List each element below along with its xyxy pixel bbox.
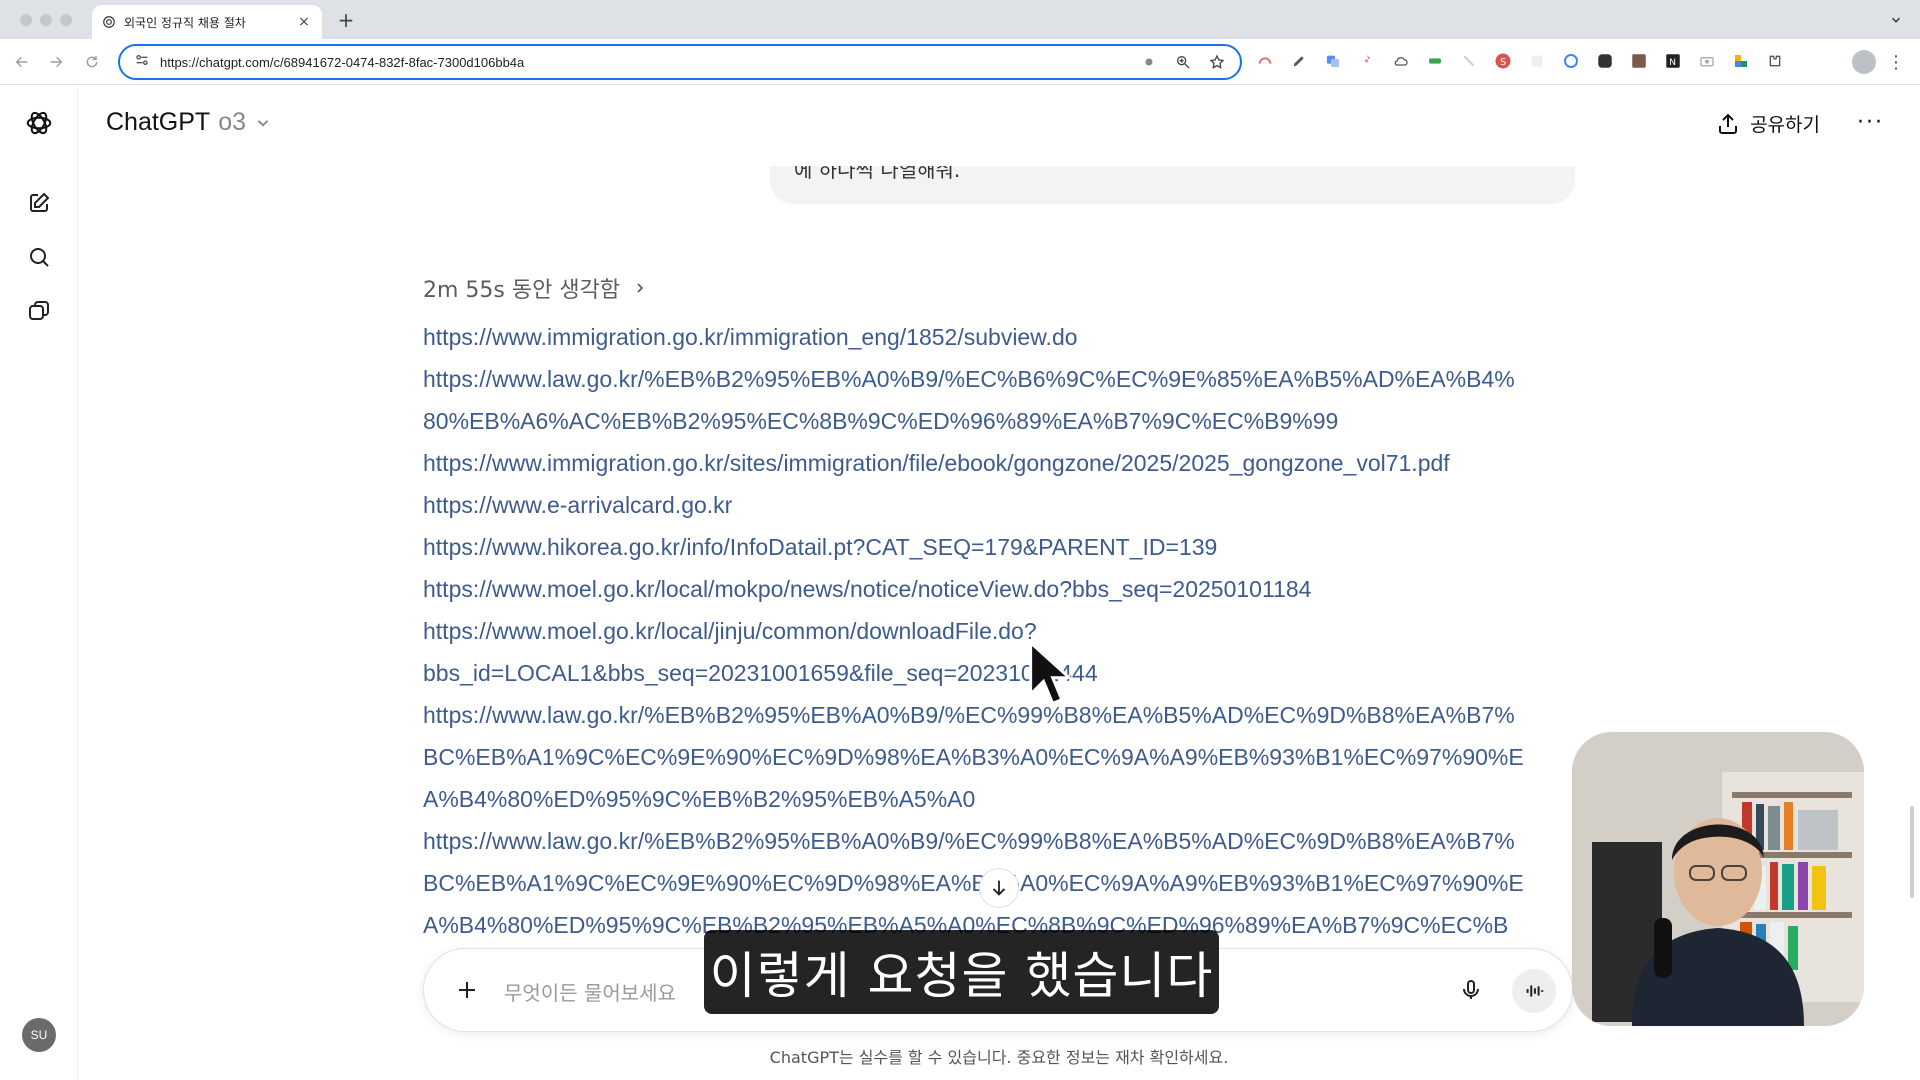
- arrow-down-icon: [992, 880, 1006, 896]
- mouse-pointer-icon: [1027, 638, 1073, 714]
- chat-header: ChatGPT o3 공유하기 ···: [78, 86, 1920, 166]
- extension-grey-icon[interactable]: [1458, 50, 1480, 72]
- more-options-icon[interactable]: ···: [1857, 110, 1884, 135]
- window-zoom-dot[interactable]: [60, 14, 72, 26]
- extensions-bar: S N: [1254, 50, 1786, 72]
- link-line[interactable]: bbs_id=LOCAL1&bbs_seq=20231001659&file_s…: [423, 652, 1573, 694]
- scrollbar-thumb[interactable]: [1910, 806, 1914, 898]
- bookmark-star-icon[interactable]: [1206, 51, 1228, 73]
- extensions-puzzle-icon[interactable]: [1764, 50, 1786, 72]
- new-tab-button[interactable]: +: [334, 8, 358, 32]
- extension-g-icon[interactable]: [1560, 50, 1582, 72]
- share-upload-icon: [1716, 112, 1740, 136]
- model-name: ChatGPT: [106, 108, 211, 136]
- extension-s-icon[interactable]: S: [1492, 50, 1514, 72]
- link-line[interactable]: https://www.law.go.kr/%EB%B2%95%EB%A0%B9…: [423, 694, 1573, 736]
- extension-brown-icon[interactable]: [1628, 50, 1650, 72]
- svg-text:N: N: [1669, 58, 1676, 68]
- extension-pin-icon[interactable]: [1356, 50, 1378, 72]
- attach-plus-icon[interactable]: [450, 973, 484, 1007]
- tab-close-icon[interactable]: ×: [296, 14, 312, 30]
- link-line[interactable]: https://www.law.go.kr/%EB%B2%95%EB%A0%B9…: [423, 358, 1573, 400]
- extension-bw-icon[interactable]: [1424, 50, 1446, 72]
- thinking-label: 2m 55s 동안 생각함: [423, 278, 621, 303]
- model-version: o3: [218, 108, 247, 136]
- forward-arrow-icon[interactable]: [44, 50, 68, 74]
- reload-icon[interactable]: [80, 50, 104, 74]
- waveform-icon: [1526, 985, 1544, 997]
- tab-search-chevron-icon[interactable]: [1884, 8, 1908, 32]
- share-label: 공유하기: [1750, 114, 1820, 136]
- thinking-toggle[interactable]: 2m 55s 동안 생각함: [423, 272, 648, 304]
- sidebar-rail: [0, 86, 78, 1080]
- url-text[interactable]: https://chatgpt.com/c/68941672-0474-832f…: [160, 55, 1126, 70]
- back-arrow-icon[interactable]: [10, 50, 34, 74]
- browser-toolbar: https://chatgpt.com/c/68941672-0474-832f…: [0, 39, 1920, 85]
- extension-cloud-icon[interactable]: [1390, 50, 1412, 72]
- extension-rainbow-icon[interactable]: [1254, 50, 1276, 72]
- profile-avatar[interactable]: [1852, 50, 1876, 74]
- voice-mode-button[interactable]: [1512, 969, 1556, 1013]
- chatgpt-favicon-icon: [102, 15, 116, 29]
- extension-translate-icon[interactable]: [1322, 50, 1344, 72]
- link-line[interactable]: https://www.moel.go.kr/local/mokpo/news/…: [423, 568, 1573, 610]
- link-line[interactable]: https://www.e-arrivalcard.go.kr: [423, 484, 1573, 526]
- assistant-link-list: https://www.immigration.go.kr/immigratio…: [423, 316, 1573, 946]
- scroll-to-bottom-button[interactable]: [979, 868, 1019, 908]
- browser-tab-active[interactable]: 외국인 정규직 채용 절차 ×: [92, 5, 322, 39]
- browser-tab-bar: 외국인 정규직 채용 절차 × +: [0, 0, 1920, 39]
- extension-notion-icon[interactable]: N: [1662, 50, 1684, 72]
- address-bar[interactable]: https://chatgpt.com/c/68941672-0474-832f…: [118, 44, 1242, 80]
- library-icon[interactable]: [24, 296, 54, 326]
- extension-badge-icon[interactable]: [1138, 51, 1160, 73]
- link-line[interactable]: BC%EB%A1%9C%EC%9E%90%EC%9D%98%EA%B3%A0%E…: [423, 736, 1573, 778]
- extension-colorful-icon[interactable]: [1730, 50, 1752, 72]
- share-button[interactable]: 공유하기: [1716, 110, 1820, 137]
- microphone-icon[interactable]: [1454, 973, 1488, 1007]
- browser-menu-icon[interactable]: ⋮: [1886, 50, 1906, 74]
- video-subtitle: 이렇게 요청을 했습니다: [704, 930, 1219, 1014]
- chevron-right-icon: [632, 280, 648, 296]
- composer-placeholder[interactable]: 무엇이든 물어보세요: [504, 977, 676, 1006]
- tab-title: 외국인 정규직 채용 절차: [124, 15, 246, 30]
- link-line[interactable]: 80%EB%A6%AC%EB%B2%95%EC%8B%9C%ED%96%89%E…: [423, 400, 1573, 442]
- window-minimize-dot[interactable]: [40, 14, 52, 26]
- search-icon[interactable]: [24, 242, 54, 272]
- link-line[interactable]: A%B4%80%ED%95%9C%EB%B2%95%EB%A5%A0: [423, 778, 1573, 820]
- svg-text:S: S: [1500, 57, 1506, 68]
- zoom-icon[interactable]: [1172, 51, 1194, 73]
- link-line[interactable]: https://www.law.go.kr/%EB%B2%95%EB%A0%B9…: [423, 820, 1573, 862]
- openai-logo-icon[interactable]: [24, 108, 54, 138]
- disclaimer-text: ChatGPT는 실수를 할 수 있습니다. 중요한 정보는 재차 확인하세요.: [769, 1048, 1229, 1067]
- link-line[interactable]: https://www.moel.go.kr/local/jinju/commo…: [423, 610, 1573, 652]
- extension-dark-icon[interactable]: [1594, 50, 1616, 72]
- extension-blank-icon[interactable]: [1526, 50, 1548, 72]
- new-chat-icon[interactable]: [24, 188, 54, 218]
- chevron-down-icon: [254, 114, 272, 132]
- extension-camera-icon[interactable]: [1696, 50, 1718, 72]
- model-selector[interactable]: ChatGPT o3: [106, 108, 272, 137]
- site-settings-icon[interactable]: [134, 52, 150, 72]
- link-line[interactable]: https://www.immigration.go.kr/immigratio…: [423, 316, 1573, 358]
- window-close-dot[interactable]: [20, 14, 32, 26]
- webcam-overlay: [1572, 732, 1864, 1026]
- extension-pen-icon[interactable]: [1288, 50, 1310, 72]
- link-line[interactable]: https://www.immigration.go.kr/sites/immi…: [423, 442, 1573, 484]
- link-line[interactable]: https://www.hikorea.go.kr/info/InfoDatai…: [423, 526, 1573, 568]
